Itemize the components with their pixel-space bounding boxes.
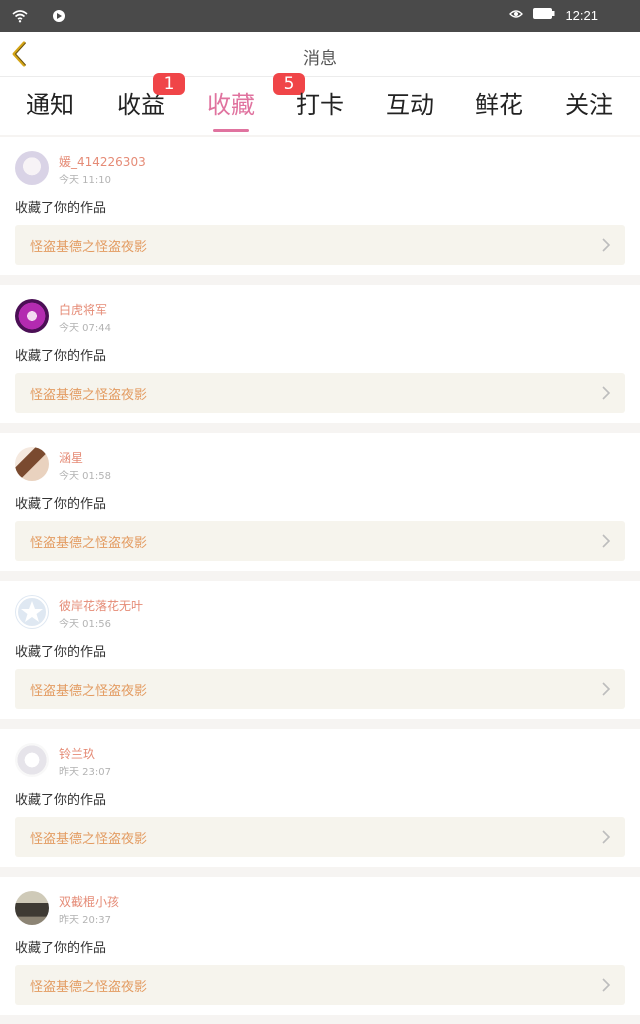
tab-label: 关注	[565, 91, 613, 119]
tab-favorites[interactable]: 收藏 5	[191, 73, 305, 132]
message-card: 彼岸花落花无叶 今天 01:56 收藏了你的作品 怪盗基德之怪盗夜影	[0, 581, 640, 719]
chevron-right-icon	[602, 830, 611, 844]
tab-flowers[interactable]: 鲜花	[459, 85, 539, 120]
work-link[interactable]: 怪盗基德之怪盗夜影	[15, 373, 625, 413]
timestamp: 今天 01:58	[59, 471, 111, 482]
page-title: 消息	[303, 49, 337, 69]
chevron-right-icon	[602, 386, 611, 400]
tab-bar: 通知 收益 1 收藏 5 打卡 互动 鲜花 关注	[0, 73, 640, 135]
work-link[interactable]: 怪盗基德之怪盗夜影	[15, 817, 625, 857]
work-link[interactable]: 怪盗基德之怪盗夜影	[15, 521, 625, 561]
tab-label: 收益	[117, 91, 165, 119]
work-link[interactable]: 怪盗基德之怪盗夜影	[15, 669, 625, 709]
work-title: 怪盗基德之怪盗夜影	[30, 536, 148, 551]
default-avatar-star-icon	[16, 596, 48, 628]
action-text: 收藏了你的作品	[15, 201, 107, 216]
chevron-right-icon	[602, 238, 611, 252]
work-title: 怪盗基德之怪盗夜影	[30, 832, 148, 847]
unread-badge: 1	[153, 73, 185, 95]
username[interactable]: 涵星	[59, 449, 83, 466]
username[interactable]: 媛_414226303	[59, 153, 146, 170]
status-bar: 12:21	[0, 0, 640, 32]
work-title: 怪盗基德之怪盗夜影	[30, 240, 148, 255]
work-link[interactable]: 怪盗基德之怪盗夜影	[15, 225, 625, 265]
avatar[interactable]	[15, 891, 49, 925]
username[interactable]: 铃兰玖	[59, 745, 95, 762]
work-title: 怪盗基德之怪盗夜影	[30, 684, 148, 699]
tab-interaction[interactable]: 互动	[370, 85, 450, 120]
avatar[interactable]	[15, 299, 49, 333]
eye-icon	[509, 8, 524, 23]
action-text: 收藏了你的作品	[15, 497, 107, 512]
action-text: 收藏了你的作品	[15, 349, 107, 364]
chevron-right-icon	[602, 682, 611, 696]
avatar[interactable]	[15, 447, 49, 481]
message-card: 媛_414226303 今天 11:10 收藏了你的作品 怪盗基德之怪盗夜影	[0, 137, 640, 275]
active-tab-indicator	[213, 129, 249, 132]
timestamp: 今天 01:56	[59, 619, 111, 630]
tab-label: 鲜花	[475, 91, 523, 119]
header-bar: 消息	[0, 32, 640, 77]
tab-label: 通知	[26, 91, 74, 119]
message-card: 涵星 今天 01:58 收藏了你的作品 怪盗基德之怪盗夜影	[0, 433, 640, 571]
work-link[interactable]: 怪盗基德之怪盗夜影	[15, 965, 625, 1005]
username[interactable]: 白虎将军	[59, 301, 107, 318]
tab-notice[interactable]: 通知	[10, 85, 90, 120]
message-card: 双截棍小孩 昨天 20:37 收藏了你的作品 怪盗基德之怪盗夜影	[0, 877, 640, 1015]
timestamp: 昨天 23:07	[59, 767, 111, 778]
timestamp: 昨天 20:37	[59, 915, 111, 926]
tab-earnings[interactable]: 收益 1	[101, 73, 185, 120]
wifi-icon	[12, 8, 28, 27]
message-card: 铃兰玖 昨天 23:07 收藏了你的作品 怪盗基德之怪盗夜影	[0, 729, 640, 867]
action-text: 收藏了你的作品	[15, 645, 107, 660]
work-title: 怪盗基德之怪盗夜影	[30, 388, 148, 403]
chevron-right-icon	[602, 978, 611, 992]
tab-follow[interactable]: 关注	[549, 85, 629, 120]
battery-icon	[533, 8, 555, 23]
timestamp: 今天 07:44	[59, 323, 111, 334]
tab-checkin[interactable]: 打卡	[280, 85, 360, 120]
message-card: 白虎将军 今天 07:44 收藏了你的作品 怪盗基德之怪盗夜影	[0, 285, 640, 423]
avatar[interactable]	[15, 743, 49, 777]
tab-label: 收藏	[207, 91, 255, 119]
avatar[interactable]	[15, 151, 49, 185]
action-text: 收藏了你的作品	[15, 941, 107, 956]
avatar[interactable]	[15, 595, 49, 629]
action-text: 收藏了你的作品	[15, 793, 107, 808]
app-notification-icon	[52, 8, 66, 27]
chevron-right-icon	[602, 534, 611, 548]
tab-label: 互动	[386, 91, 434, 119]
username[interactable]: 双截棍小孩	[59, 893, 119, 910]
tab-label: 打卡	[296, 91, 344, 119]
work-title: 怪盗基德之怪盗夜影	[30, 980, 148, 995]
timestamp: 今天 11:10	[59, 175, 111, 186]
clock-time: 12:21	[565, 8, 598, 23]
username[interactable]: 彼岸花落花无叶	[59, 597, 143, 614]
